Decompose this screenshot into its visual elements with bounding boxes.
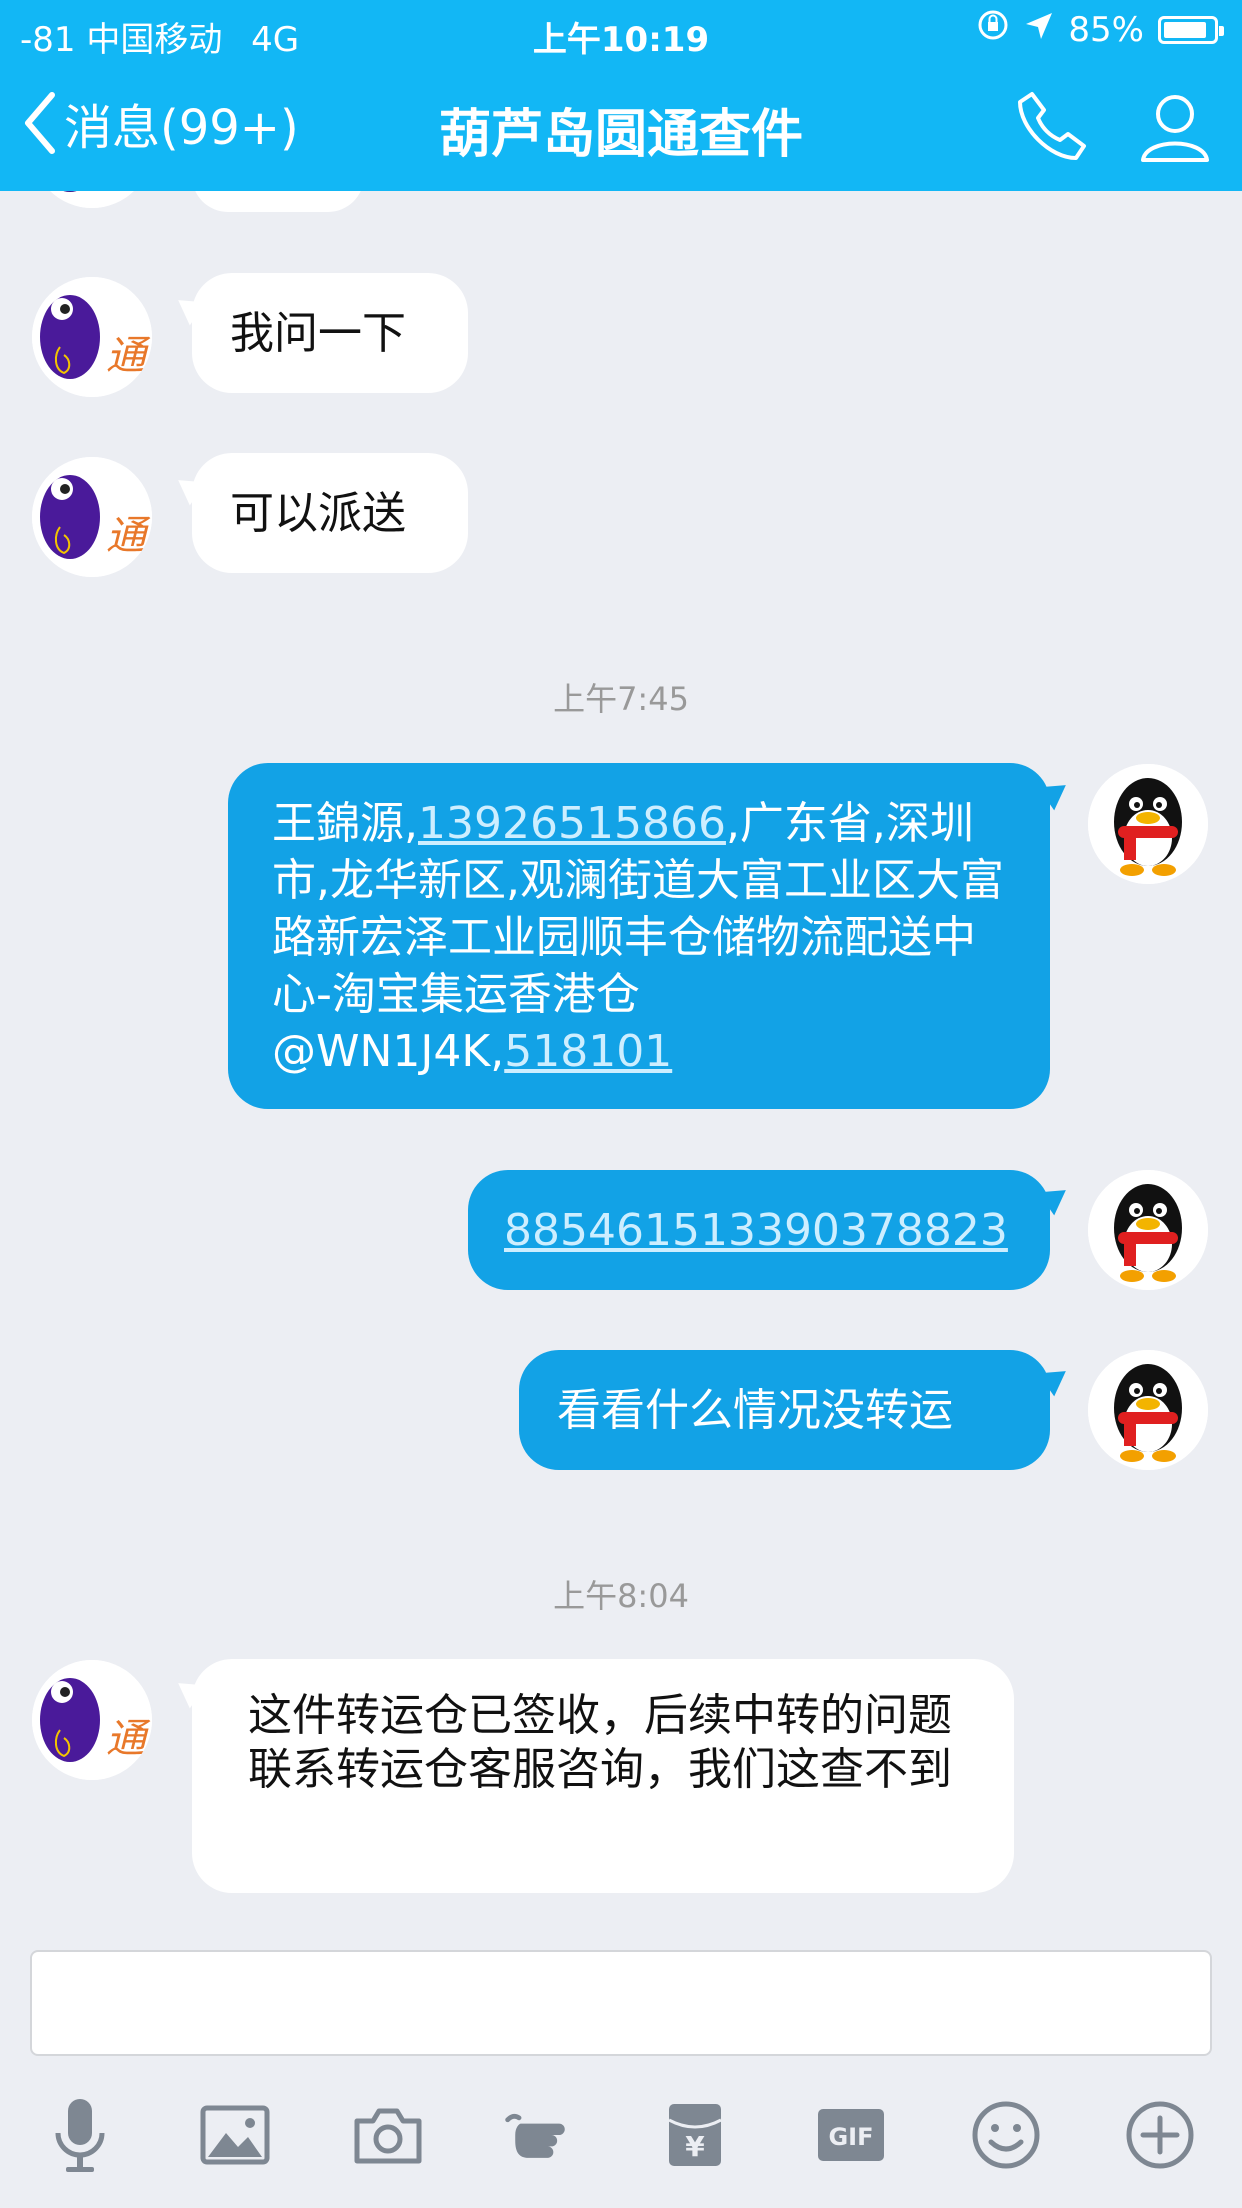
message-text: 王錦源, xyxy=(272,798,418,849)
contact-avatar[interactable]: 通 xyxy=(32,277,152,397)
phone-number-link[interactable]: 13926515866 xyxy=(418,798,726,849)
timestamp: 上午8:04 xyxy=(553,1577,689,1615)
gif-label: GIF xyxy=(828,2123,873,2151)
tracking-number-link[interactable]: 885461513390378823 xyxy=(504,1205,1008,1256)
location-arrow-icon xyxy=(1024,10,1054,50)
battery-icon xyxy=(1158,15,1224,44)
yen-label: ¥ xyxy=(685,2130,705,2163)
message-bubble-outgoing: 885461513390378823 xyxy=(468,1170,1050,1290)
gif-icon[interactable]: GIF xyxy=(811,2090,891,2180)
contact-avatar[interactable]: 通 xyxy=(32,1660,152,1780)
my-avatar[interactable] xyxy=(1088,1350,1208,1470)
battery-percent: 85% xyxy=(1068,9,1144,50)
person-icon xyxy=(1141,95,1209,162)
rotation-lock-icon xyxy=(976,8,1010,51)
postal-code-link[interactable]: 518101 xyxy=(504,1026,672,1077)
microphone-icon[interactable] xyxy=(40,2090,120,2180)
profile-button[interactable] xyxy=(1138,90,1212,168)
plus-icon[interactable] xyxy=(1120,2090,1200,2180)
camera-icon[interactable] xyxy=(348,2090,428,2180)
emoji-icon[interactable] xyxy=(966,2090,1046,2180)
poke-icon[interactable] xyxy=(500,2090,580,2180)
message-bubble-incoming: 这件转运仓已签收，后续中转的问题联系转运仓客服咨询，我们这查不到 xyxy=(192,1659,1014,1893)
svg-text:通: 通 xyxy=(106,513,151,559)
red-packet-icon[interactable]: ¥ xyxy=(655,2090,735,2180)
svg-text:通: 通 xyxy=(106,333,151,379)
contact-avatar[interactable]: 通 xyxy=(32,457,152,577)
my-avatar[interactable] xyxy=(1088,1170,1208,1290)
phone-call-button[interactable] xyxy=(1014,88,1090,168)
image-icon[interactable] xyxy=(195,2090,275,2180)
message-bubble-outgoing: 王錦源,13926515866,广东省,深圳市,龙华新区,观澜街道大富工业区大富… xyxy=(228,763,1050,1109)
top-bar: -81 中国移动 4G 上午10:19 85% 消息(99+) 葫芦岛圆通查件 xyxy=(0,0,1242,191)
my-avatar[interactable] xyxy=(1088,764,1208,884)
phone-icon xyxy=(1018,92,1086,160)
timestamp: 上午7:45 xyxy=(553,680,689,718)
svg-text:通: 通 xyxy=(106,1716,151,1762)
status-right: 85% xyxy=(976,8,1224,51)
input-toolbar: ¥ GIF xyxy=(0,2090,1242,2190)
message-bubble-incoming: 我问一下 xyxy=(192,273,468,393)
message-bubble-outgoing: 看看什么情况没转运 xyxy=(519,1350,1050,1470)
message-bubble-incoming: 可以派送 xyxy=(192,453,468,573)
message-input[interactable] xyxy=(30,1950,1212,2056)
